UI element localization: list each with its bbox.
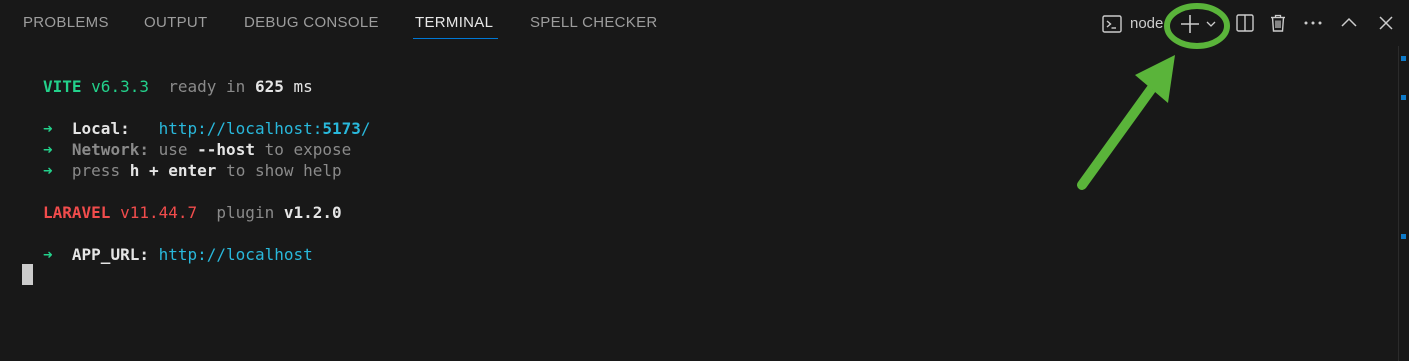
local-label: Local:	[71, 119, 130, 138]
vite-version: v6.3.3	[91, 77, 149, 96]
ruler-mark	[1401, 95, 1406, 100]
arrow-icon: ➜	[43, 245, 53, 264]
terminal-scrollbar[interactable]	[1398, 46, 1409, 361]
ruler-mark	[1401, 234, 1406, 239]
tab-spell-checker[interactable]: SPELL CHECKER	[530, 14, 658, 31]
help-press-text: press	[71, 161, 121, 180]
vite-name: VITE	[43, 77, 82, 96]
new-terminal-plus-icon[interactable]	[1178, 12, 1202, 36]
tab-debug-console[interactable]: DEBUG CONSOLE	[244, 14, 379, 31]
chevron-down-icon[interactable]	[1205, 18, 1217, 30]
network-line: ➜ Network: use --host to expose	[43, 139, 351, 160]
laravel-name: LARAVEL	[43, 203, 111, 222]
laravel-line: LARAVEL v11.44.7 plugin v1.2.0	[43, 202, 342, 223]
local-url-suffix: /	[360, 119, 371, 138]
arrow-icon: ➜	[43, 161, 53, 180]
vite-ready-time: 625	[254, 77, 284, 96]
close-panel-icon[interactable]	[1378, 15, 1394, 31]
app-url-label: APP_URL:	[71, 245, 149, 264]
network-label: Network:	[71, 140, 149, 159]
help-line: ➜ press h + enter to show help	[43, 160, 342, 181]
terminal-name-label[interactable]: node	[1130, 15, 1163, 32]
terminal-output[interactable]: VITE v6.3.3 ready in 625 ms ➜ Local: htt…	[0, 46, 1398, 361]
trash-icon[interactable]	[1268, 13, 1288, 33]
arrow-icon: ➜	[43, 119, 53, 138]
tab-problems[interactable]: PROBLEMS	[23, 14, 109, 31]
more-actions-icon[interactable]	[1303, 20, 1323, 26]
panel-tab-bar: PROBLEMS OUTPUT DEBUG CONSOLE TERMINAL S…	[0, 0, 1409, 46]
laravel-plugin-version: v1.2.0	[283, 203, 342, 222]
network-text-expose: to expose	[264, 140, 352, 159]
vite-ready-line: VITE v6.3.3 ready in 625 ms	[43, 76, 313, 97]
maximize-panel-icon[interactable]	[1340, 15, 1358, 29]
local-url-line: ➜ Local: http://localhost:5173/	[43, 118, 371, 139]
terminal-panel: PROBLEMS OUTPUT DEBUG CONSOLE TERMINAL S…	[0, 0, 1409, 361]
help-show-text: to show help	[226, 161, 342, 180]
vite-ready-unit: ms	[293, 77, 313, 96]
help-key: h + enter	[129, 161, 217, 180]
app-url-line: ➜ APP_URL: http://localhost	[43, 244, 313, 265]
app-url-link: http://localhost	[158, 245, 313, 264]
terminal-icon[interactable]	[1101, 13, 1123, 35]
active-tab-indicator	[413, 38, 498, 39]
tab-terminal[interactable]: TERMINAL	[415, 14, 493, 31]
laravel-version: v11.44.7	[120, 203, 198, 222]
terminal-cursor	[22, 264, 33, 285]
ruler-mark	[1401, 56, 1406, 61]
local-url-port: 5173	[322, 119, 361, 138]
arrow-icon: ➜	[43, 140, 53, 159]
network-text-use: use	[158, 140, 188, 159]
split-terminal-icon[interactable]	[1235, 13, 1255, 33]
network-host-flag: --host	[197, 140, 255, 159]
tab-output[interactable]: OUTPUT	[144, 14, 207, 31]
vite-ready-text: ready in	[168, 77, 246, 96]
laravel-plugin-text: plugin	[216, 203, 275, 222]
local-url-prefix: http://localhost:	[158, 119, 323, 138]
